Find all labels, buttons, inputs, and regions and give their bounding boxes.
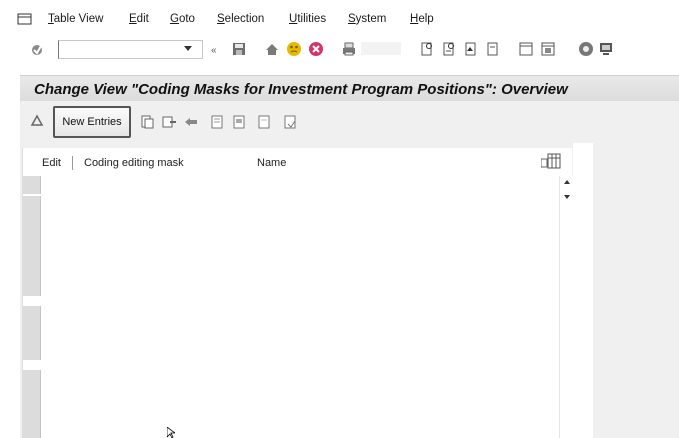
row-selector[interactable] xyxy=(23,196,41,296)
scroll-down-arrow-icon[interactable] xyxy=(564,195,570,199)
column-configuration-icon[interactable] xyxy=(541,152,563,170)
cancel-icon[interactable] xyxy=(308,41,324,57)
column-header-edit[interactable]: Edit xyxy=(42,157,61,169)
menu-edit[interactable]: Edit xyxy=(129,13,149,25)
previous-page-icon[interactable] xyxy=(485,41,501,57)
title-bar: Change View "Coding Masks for Investment… xyxy=(20,75,679,101)
vertical-scrollbar[interactable] xyxy=(559,176,574,438)
menu-selection[interactable]: Selection xyxy=(217,13,264,25)
menu-system[interactable]: System xyxy=(348,13,386,25)
print-icon[interactable] xyxy=(341,41,357,57)
copy-as-icon[interactable] xyxy=(139,114,155,130)
scroll-up-arrow-icon[interactable] xyxy=(564,180,570,184)
menu-table-view[interactable]: Table View xyxy=(48,13,103,25)
find-icon[interactable] xyxy=(419,41,435,57)
sap-menu-icon[interactable] xyxy=(17,12,32,26)
command-dropdown-arrow-icon[interactable] xyxy=(184,46,192,51)
row-selector[interactable] xyxy=(23,370,41,438)
menu-bar: Table View Edit Goto Selection Utilities… xyxy=(0,9,679,31)
last-page-icon[interactable] xyxy=(540,41,556,57)
find-next-icon[interactable] xyxy=(441,41,457,57)
column-header-coding-mask[interactable]: Coding editing mask xyxy=(84,157,184,169)
save-icon[interactable] xyxy=(231,41,247,57)
help-icon[interactable] xyxy=(578,41,594,57)
deselect-all-icon[interactable] xyxy=(256,114,272,130)
toolbar-spacer xyxy=(361,42,401,55)
double-chevron-icon[interactable]: « xyxy=(211,45,217,56)
mouse-pointer-icon xyxy=(167,427,175,438)
next-page-icon[interactable] xyxy=(518,41,534,57)
application-toolbar: New Entries xyxy=(20,101,679,143)
column-separator xyxy=(72,156,73,170)
enter-icon[interactable] xyxy=(29,41,45,57)
undo-change-icon[interactable] xyxy=(183,114,199,130)
row-selector[interactable] xyxy=(23,306,41,360)
print-field-list-icon[interactable] xyxy=(282,114,298,130)
select-all-icon[interactable] xyxy=(209,114,225,130)
column-header-name[interactable]: Name xyxy=(257,157,286,169)
command-field[interactable] xyxy=(58,40,203,59)
menu-utilities[interactable]: Utilities xyxy=(289,13,326,25)
back-icon[interactable] xyxy=(264,41,280,57)
first-page-icon[interactable] xyxy=(463,41,479,57)
main-area: Edit Coding editing mask Name xyxy=(20,143,679,438)
table-control: Edit Coding editing mask Name xyxy=(22,148,574,438)
menu-goto[interactable]: Goto xyxy=(170,13,195,25)
display-change-icon[interactable] xyxy=(29,113,45,129)
menu-help[interactable]: Help xyxy=(410,13,434,25)
exit-icon[interactable] xyxy=(286,41,302,57)
select-block-icon[interactable] xyxy=(231,114,247,130)
page-title: Change View "Coding Masks for Investment… xyxy=(34,81,568,98)
delete-icon[interactable] xyxy=(161,114,177,130)
row-selector[interactable] xyxy=(23,176,41,194)
right-gutter xyxy=(573,143,593,438)
layout-icon[interactable] xyxy=(598,41,614,57)
new-entries-button[interactable]: New Entries xyxy=(53,106,131,138)
